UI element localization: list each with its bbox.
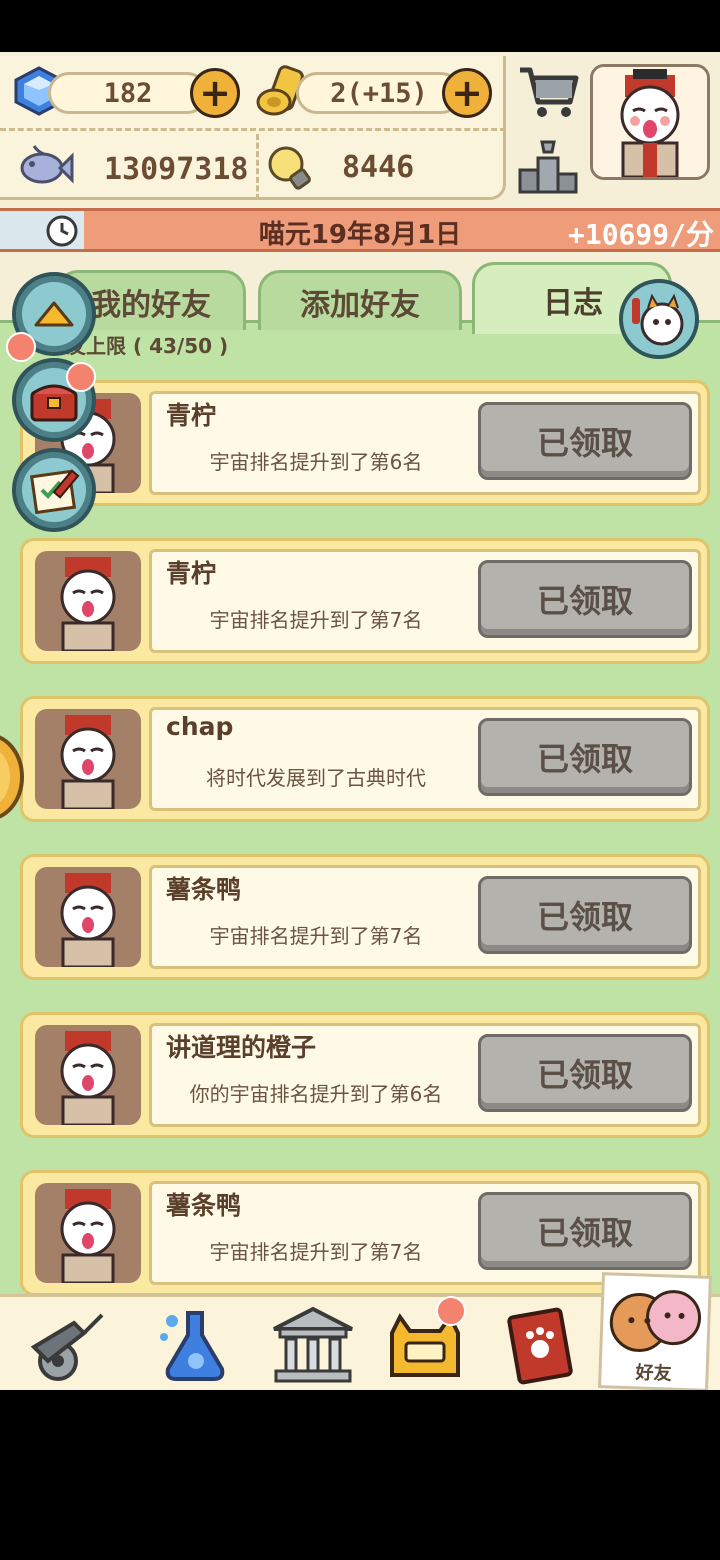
cat-emperor-portrait — [60, 1031, 116, 1125]
add-gems-button[interactable]: + — [190, 68, 240, 118]
cat-emperor-portrait — [60, 715, 116, 809]
mascot-badge-icon — [619, 279, 699, 359]
task-board-button[interactable] — [12, 448, 96, 532]
shop-cart-icon[interactable] — [516, 62, 580, 122]
add-tickets-button[interactable]: + — [442, 68, 492, 118]
checklist-icon — [29, 469, 80, 514]
paw-book-icon[interactable] — [496, 1303, 586, 1387]
claimed-button[interactable]: 已领取 — [478, 402, 692, 480]
date-bar: 喵元19年8月1日 +10699/分 — [0, 208, 720, 252]
friend-name: 薯条鸭 — [166, 875, 242, 904]
friends-nav-label: 好友 — [635, 1362, 672, 1385]
chevron-up-icon — [34, 301, 74, 327]
ticket-count: 2(+15) — [296, 72, 462, 114]
fish-count: 13097318 — [104, 152, 249, 187]
claimed-button[interactable]: 已领取 — [478, 1192, 692, 1270]
cannon-cart-icon[interactable] — [24, 1303, 114, 1387]
log-card: 薯条鸭 宇宙排名提升到了第7名 已领取 — [20, 854, 710, 980]
resource-panel: 182 + 2(+15) + 13097318 8446 — [0, 56, 506, 200]
log-message: 你的宇宙排名提升到了第6名 — [189, 1082, 443, 1106]
potion-flask-icon[interactable] — [150, 1303, 240, 1387]
log-message: 宇宙排名提升到了第6名 — [209, 450, 423, 474]
claimed-button[interactable]: 已领取 — [478, 1034, 692, 1112]
friend-name: 青柠 — [166, 559, 217, 588]
ranking-podium-icon[interactable] — [516, 136, 580, 196]
friend-name: 薯条鸭 — [166, 1191, 242, 1220]
income-rate: +10699/分 — [567, 218, 714, 251]
friend-name: chap — [166, 712, 234, 741]
tab-add-friends[interactable]: 添加好友 — [258, 270, 462, 330]
friend-name: 讲道理的橙子 — [166, 1033, 317, 1062]
friend-avatar[interactable] — [35, 1183, 141, 1283]
cat-emperor-portrait — [60, 557, 116, 651]
notification-dot — [6, 332, 36, 362]
cat-emperor-portrait — [593, 67, 707, 177]
temple-icon[interactable] — [268, 1303, 358, 1387]
gem-count: 182 — [48, 72, 208, 114]
friend-avatar[interactable] — [35, 1025, 141, 1125]
cat-emperor-portrait — [60, 873, 116, 967]
friend-avatar[interactable] — [35, 709, 141, 809]
log-card: 青柠 宇宙排名提升到了第7名 已领取 — [20, 538, 710, 664]
system-nav-area — [0, 1390, 720, 1560]
idea-count: 8446 — [342, 150, 415, 185]
claimed-button[interactable]: 已领取 — [478, 560, 692, 638]
player-avatar[interactable] — [590, 64, 710, 180]
log-message: 宇宙排名提升到了第7名 — [209, 924, 423, 948]
friends-cats-icon — [609, 1290, 702, 1352]
log-message: 宇宙排名提升到了第7名 — [209, 1240, 423, 1264]
friend-name: 青柠 — [166, 401, 217, 430]
friend-avatar[interactable] — [35, 551, 141, 651]
friends-nav-button[interactable]: 好友 — [598, 1272, 712, 1390]
log-card: 青柠 宇宙排名提升到了第6名 已领取 — [20, 380, 710, 506]
coin-icon[interactable] — [0, 732, 26, 822]
friend-avatar[interactable] — [35, 867, 141, 967]
claimed-button[interactable]: 已领取 — [478, 718, 692, 796]
lightbulb-icon — [268, 146, 311, 190]
log-message: 宇宙排名提升到了第7名 — [209, 608, 423, 632]
cat-emperor-portrait — [60, 1189, 116, 1283]
log-card: chap 将时代发展到了古典时代 已领取 — [20, 696, 710, 822]
game-screen: 182 + 2(+15) + 13097318 8446 喵元19年8月1日 +… — [0, 52, 720, 1390]
log-card: 讲道理的橙子 你的宇宙排名提升到了第6名 已领取 — [20, 1012, 710, 1138]
notification-dot — [66, 362, 96, 392]
log-message: 将时代发展到了古典时代 — [206, 766, 426, 790]
claimed-button[interactable]: 已领取 — [478, 876, 692, 954]
notification-dot — [436, 1296, 466, 1326]
fish-icon — [20, 145, 74, 184]
